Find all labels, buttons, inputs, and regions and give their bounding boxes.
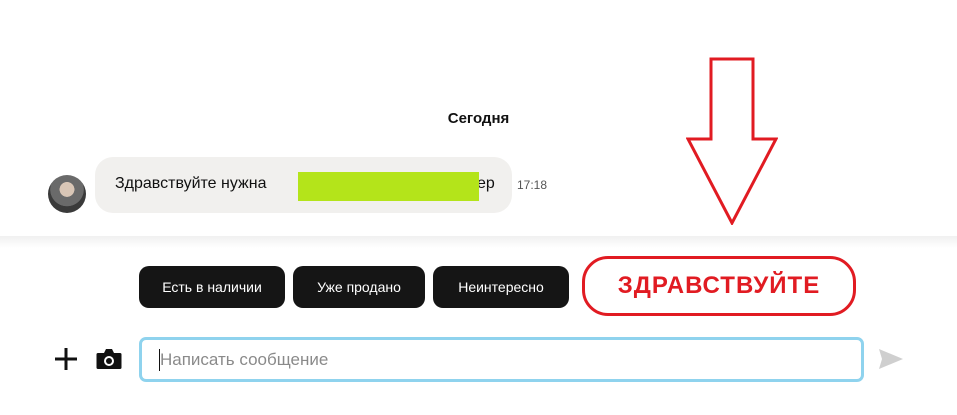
- down-arrow-icon: [686, 57, 778, 225]
- chat-area: Сегодня Здравствуйте нужна ер 17:18: [0, 0, 957, 242]
- message-input[interactable]: [142, 340, 861, 379]
- quick-reply-sold[interactable]: Уже продано: [293, 266, 425, 308]
- message-text-tail: ер: [477, 175, 495, 192]
- composer-divider: [0, 236, 957, 248]
- date-divider: Сегодня: [447, 110, 510, 127]
- annotation-text: ЗДРАВСТВУЙТЕ: [617, 272, 821, 299]
- redaction-highlight: [298, 172, 479, 201]
- message-text: Здравствуйте нужна: [115, 175, 267, 192]
- quick-reply-not-interested[interactable]: Неинтересно: [433, 266, 569, 308]
- quick-reply-in-stock[interactable]: Есть в наличии: [139, 266, 285, 308]
- annotation-callout: ЗДРАВСТВУЙТЕ: [582, 256, 856, 316]
- plus-icon[interactable]: [53, 346, 79, 372]
- message-time: 17:18: [517, 178, 548, 192]
- message-input-wrapper: [139, 337, 864, 382]
- camera-icon[interactable]: [95, 346, 123, 372]
- message-bubble: Здравствуйте нужна ер: [95, 157, 512, 213]
- send-icon[interactable]: [878, 348, 904, 370]
- text-caret: [159, 349, 160, 371]
- avatar[interactable]: [48, 175, 86, 213]
